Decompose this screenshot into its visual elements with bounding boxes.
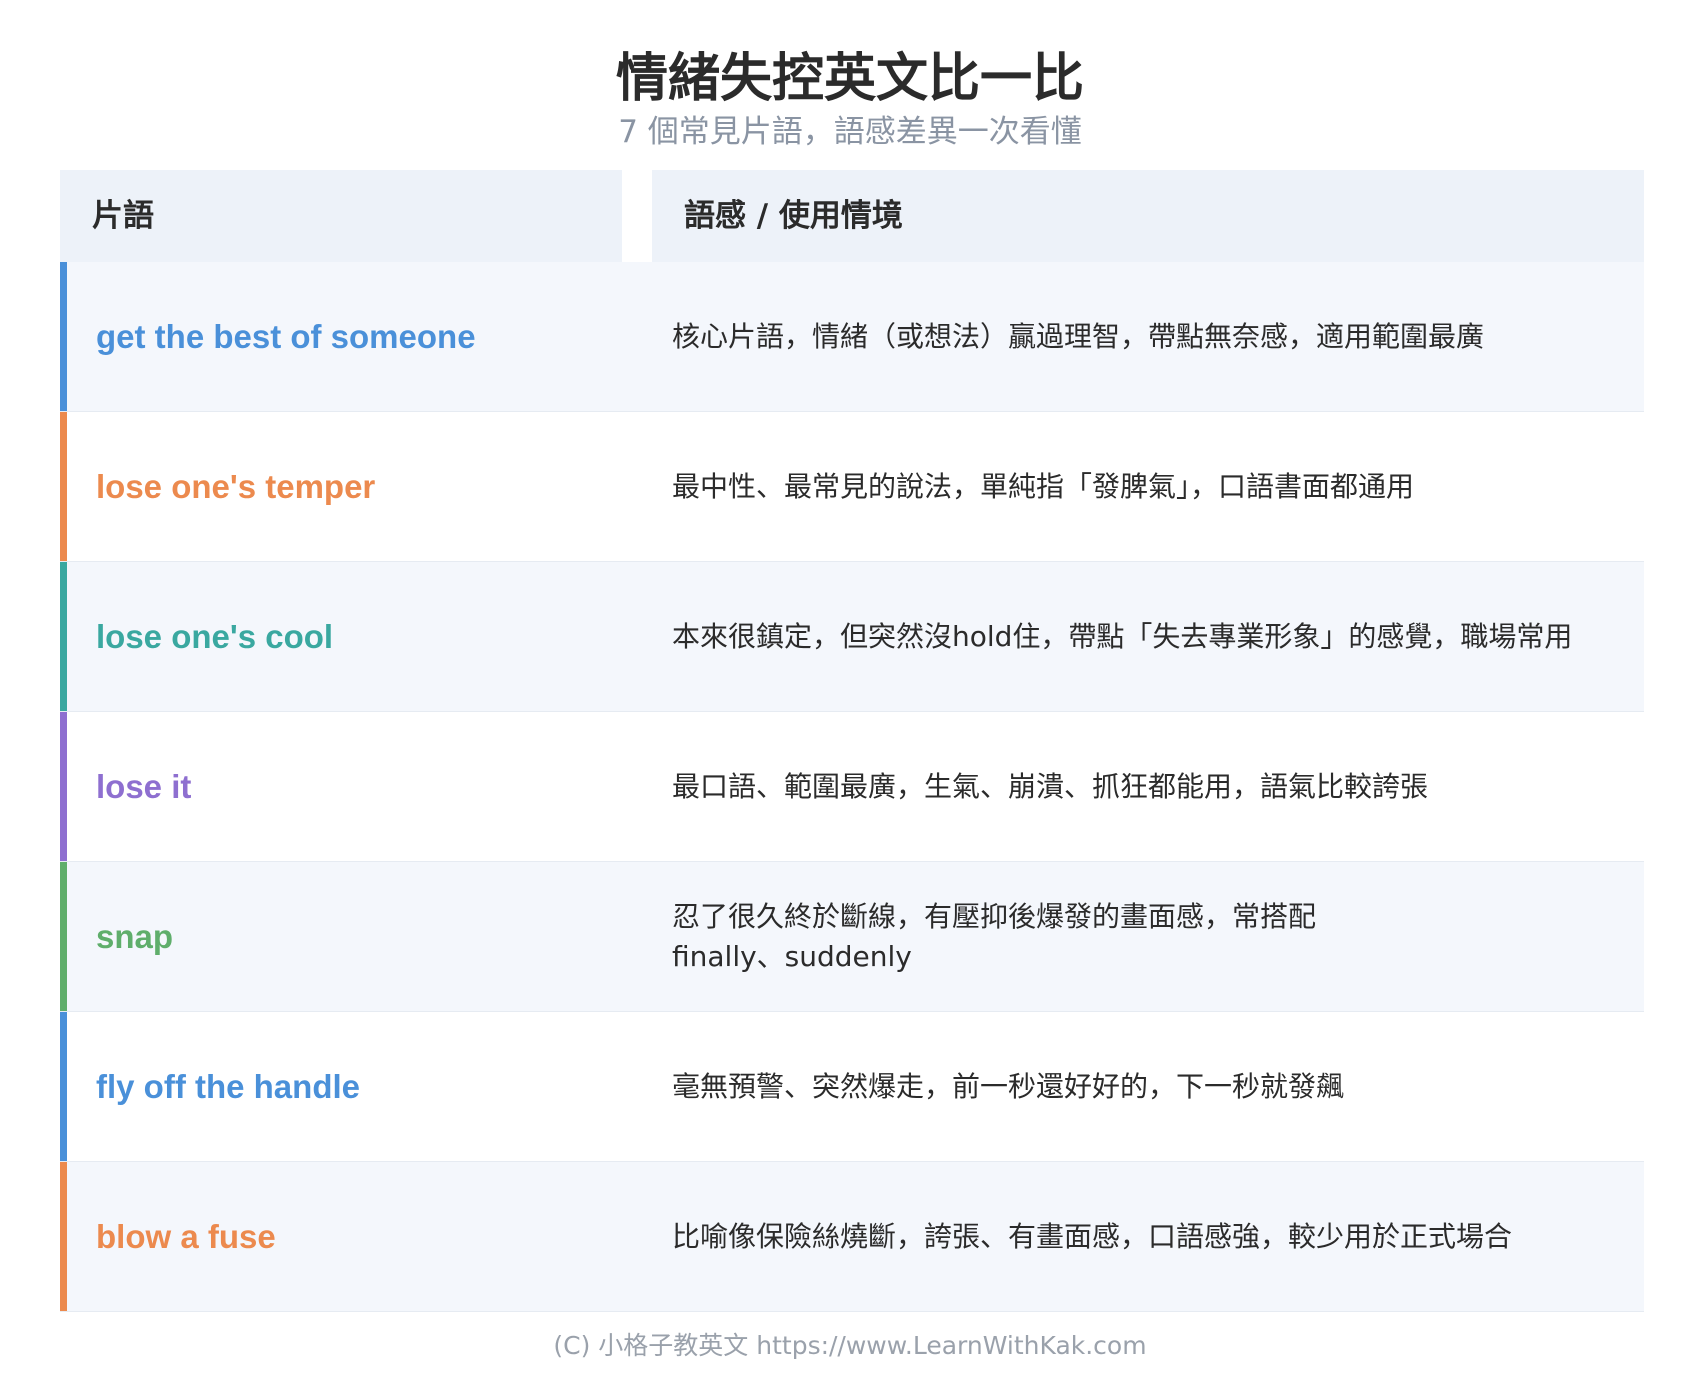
row-accent-bar: [60, 562, 67, 711]
row-accent-bar: [60, 1162, 67, 1311]
row-phrase: snap: [96, 917, 174, 955]
table-row: blow a fuse 比喻像保險絲燒斷，誇張、有畫面感，口語感強，較少用於正式…: [60, 1162, 1644, 1312]
table-row: fly off the handle 毫無預警、突然爆走，前一秒還好好的，下一秒…: [60, 1012, 1644, 1162]
nuance-line: 最中性、最常見的說法，單純指「發脾氣」，口語書面都通用: [672, 469, 1415, 503]
page-subtitle: 7 個常見片語，語感差異一次看懂: [618, 114, 1082, 150]
nuance-line: 忍了很久終於斷線，有壓抑後爆發的畫面感，常搭配: [672, 899, 1317, 933]
row-nuance: 毫無預警、突然爆走，前一秒還好好的，下一秒就發飆: [672, 1012, 1632, 1161]
nuance-line: finally、suddenly: [672, 939, 912, 973]
header-phrase: 片語: [60, 170, 622, 262]
row-phrase: fly off the handle: [96, 1067, 360, 1105]
row-nuance: 最中性、最常見的說法，單純指「發脾氣」，口語書面都通用: [672, 412, 1632, 561]
row-nuance: 本來很鎮定，但突然沒hold住，帶點「失去專業形象」的感覺，職場常用: [672, 562, 1632, 711]
row-accent-bar: [60, 1012, 67, 1161]
row-nuance: 忍了很久終於斷線，有壓抑後爆發的畫面感，常搭配 finally、suddenly: [672, 862, 1632, 1011]
nuance-line: 核心片語，情緒（或想法）贏過理智，帶點無奈感，適用範圍最廣: [672, 319, 1485, 353]
phrase-comparison-table: 片語 語感 / 使用情境 get the best of someone 核心片…: [60, 170, 1644, 1312]
copyright-footer: (C) 小格子教英文 https://www.LearnWithKak.com: [553, 1331, 1147, 1360]
nuance-line: 最口語、範圍最廣，生氣、崩潰、抓狂都能用，語氣比較誇張: [672, 769, 1429, 803]
row-phrase: lose it: [96, 767, 192, 805]
table-row: lose it 最口語、範圍最廣，生氣、崩潰、抓狂都能用，語氣比較誇張: [60, 712, 1644, 862]
row-nuance: 最口語、範圍最廣，生氣、崩潰、抓狂都能用，語氣比較誇張: [672, 712, 1632, 861]
row-nuance: 核心片語，情緒（或想法）贏過理智，帶點無奈感，適用範圍最廣: [672, 262, 1632, 411]
table-header: 片語 語感 / 使用情境: [60, 170, 1644, 262]
page-title: 情緒失控英文比一比: [615, 49, 1084, 109]
nuance-line: 毫無預警、突然爆走，前一秒還好好的，下一秒就發飆: [672, 1069, 1345, 1103]
table-row: snap 忍了很久終於斷線，有壓抑後爆發的畫面感，常搭配 finally、sud…: [60, 862, 1644, 1012]
table-row: lose one's temper 最中性、最常見的說法，單純指「發脾氣」，口語…: [60, 412, 1644, 562]
row-phrase: lose one's temper: [96, 467, 376, 505]
row-accent-bar: [60, 862, 67, 1011]
row-accent-bar: [60, 412, 67, 561]
header-nuance: 語感 / 使用情境: [652, 170, 1644, 262]
row-nuance: 比喻像保險絲燒斷，誇張、有畫面感，口語感強，較少用於正式場合: [672, 1162, 1632, 1311]
row-accent-bar: [60, 262, 67, 411]
table-row: get the best of someone 核心片語，情緒（或想法）贏過理智…: [60, 262, 1644, 412]
row-accent-bar: [60, 712, 67, 861]
nuance-line: 比喻像保險絲燒斷，誇張、有畫面感，口語感強，較少用於正式場合: [672, 1219, 1513, 1253]
row-phrase: get the best of someone: [96, 317, 476, 355]
row-phrase: lose one's cool: [96, 617, 334, 655]
table-row: lose one's cool 本來很鎮定，但突然沒hold住，帶點「失去專業形…: [60, 562, 1644, 712]
row-phrase: blow a fuse: [96, 1217, 276, 1255]
nuance-line: 本來很鎮定，但突然沒hold住，帶點「失去專業形象」的感覺，職場常用: [672, 619, 1573, 653]
